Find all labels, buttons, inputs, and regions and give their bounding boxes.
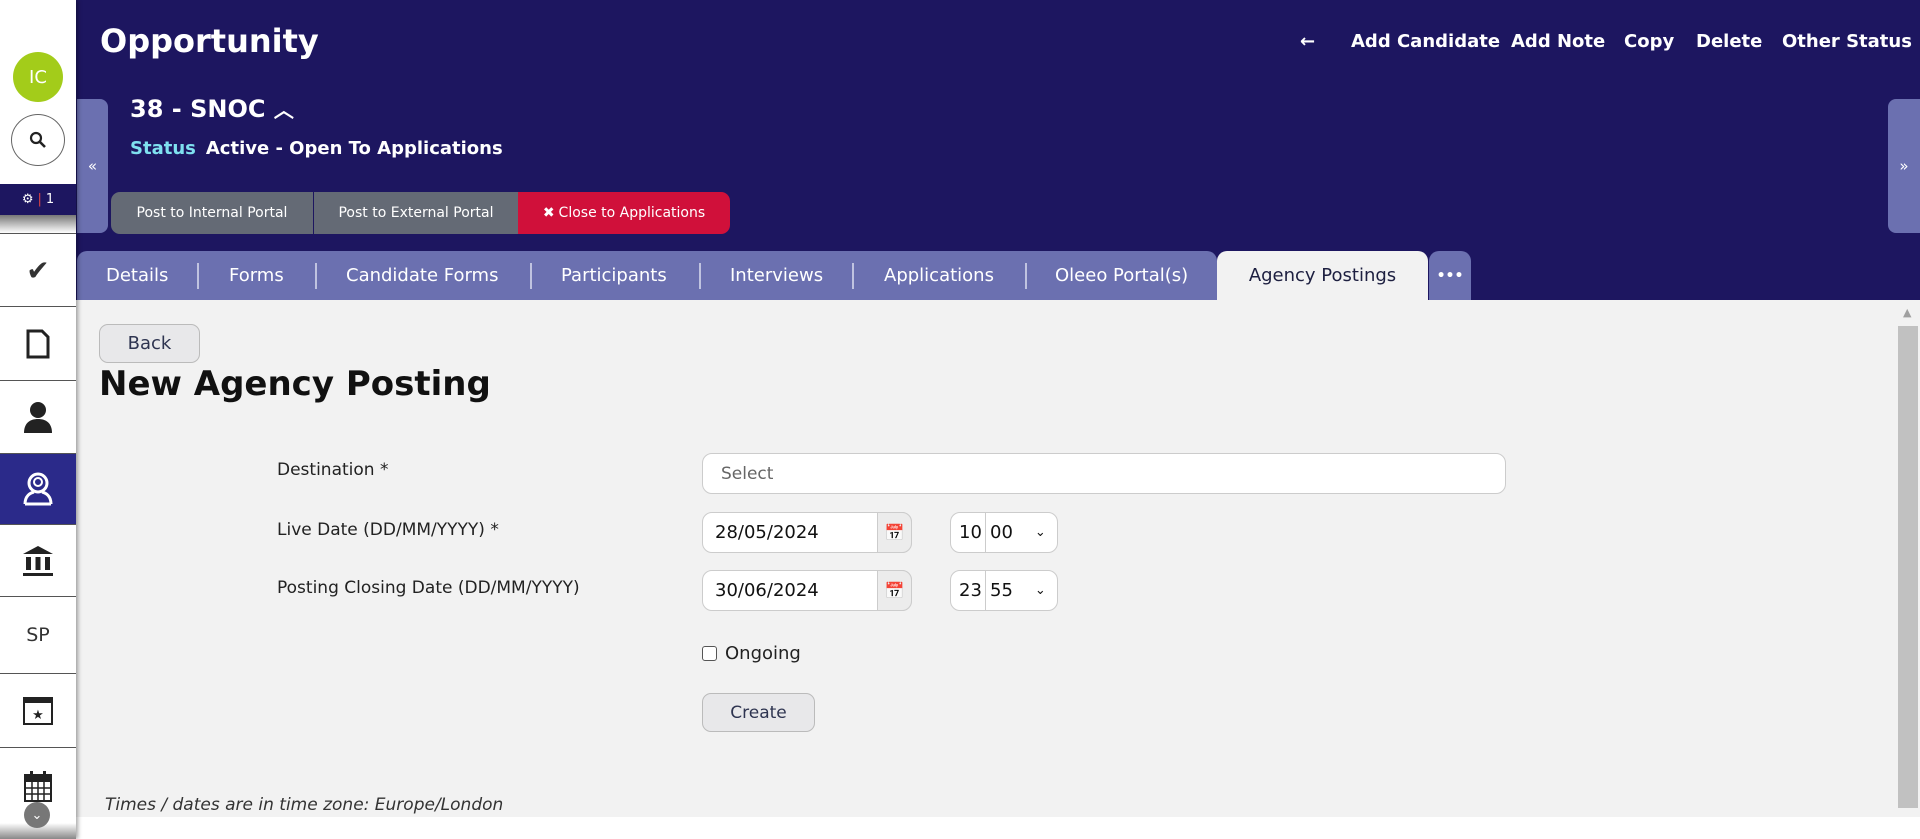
sidebar-item-documents[interactable] [0, 306, 76, 380]
collapse-left-button[interactable]: « [77, 99, 108, 233]
tab-separator [315, 263, 317, 289]
sidebar-item-people[interactable] [0, 380, 76, 453]
close-applications-button[interactable]: ✖ Close to Applications [518, 192, 730, 234]
live-hour-value: 10 [959, 522, 982, 543]
back-arrow-icon[interactable]: ← [1300, 31, 1315, 52]
document-icon [26, 329, 50, 358]
search-icon [29, 131, 46, 148]
tab-applications[interactable]: Applications [884, 251, 994, 300]
chevron-down-icon: ⌄ [1034, 525, 1046, 540]
svg-text:★: ★ [32, 708, 44, 723]
other-status-button[interactable]: Other Status [1782, 31, 1912, 52]
check-icon: ✔ [26, 253, 50, 287]
settings-indicator[interactable]: ⚙ | 1 [0, 184, 76, 215]
record-title[interactable]: 38 - SNOC ︿ [130, 94, 294, 123]
ongoing-label: Ongoing [725, 643, 801, 664]
live-time-select: 10 00 ⌄ [950, 512, 1058, 553]
chevron-down-icon: ⌄ [31, 807, 43, 823]
sidebar-item-sp[interactable]: SP [0, 596, 76, 673]
page-header-title: Opportunity [100, 22, 319, 60]
separator: | [37, 192, 42, 207]
person-search-icon [23, 472, 53, 506]
calendar-icon [24, 771, 52, 802]
sidebar-item-organisations[interactable] [0, 524, 76, 596]
tab-participants[interactable]: Participants [561, 251, 667, 300]
calendar-icon: 📅 [884, 581, 905, 600]
closing-hour-select[interactable]: 23 [951, 571, 986, 610]
add-note-button[interactable]: Add Note [1511, 31, 1605, 52]
sidebar-item-events[interactable]: ★ [0, 673, 76, 747]
destination-label: Destination * [277, 460, 389, 480]
timezone-note: Times / dates are in time zone: Europe/L… [105, 795, 504, 815]
copy-button[interactable]: Copy [1624, 31, 1674, 52]
scroll-up-arrow-icon[interactable]: ▲ [1903, 306, 1911, 319]
live-date-label: Live Date (DD/MM/YYYY) * [277, 520, 499, 540]
closing-date-calendar-button[interactable]: 📅 [877, 570, 912, 611]
avatar[interactable]: IC [13, 52, 63, 102]
search-button[interactable] [11, 114, 65, 166]
ongoing-checkbox-row[interactable]: Ongoing [702, 643, 801, 664]
delete-button[interactable]: Delete [1696, 31, 1762, 52]
sidebar-item-tasks[interactable]: ✔ [0, 233, 76, 306]
record-name: 38 - SNOC [130, 95, 266, 123]
tab-interviews[interactable]: Interviews [730, 251, 823, 300]
page-title: New Agency Posting [99, 364, 491, 404]
close-icon: ✖ [542, 205, 555, 221]
add-candidate-button[interactable]: Add Candidate [1351, 31, 1500, 52]
closing-date-label: Posting Closing Date (DD/MM/YYYY) [277, 578, 580, 598]
live-date-calendar-button[interactable]: 📅 [877, 512, 912, 553]
closing-time-select: 23 55 ⌄ [950, 570, 1058, 611]
live-hour-select[interactable]: 10 [951, 513, 986, 552]
destination-select[interactable]: Select [702, 453, 1506, 494]
chevron-up-icon: ︿ [273, 98, 294, 122]
bank-icon [23, 545, 53, 576]
ongoing-checkbox[interactable] [702, 646, 717, 661]
close-applications-label: Close to Applications [558, 205, 706, 221]
tab-separator [852, 263, 854, 289]
tab-separator [197, 263, 199, 289]
create-button[interactable]: Create [702, 693, 815, 732]
tab-details[interactable]: Details [106, 251, 168, 300]
live-minute-value: 00 [990, 522, 1013, 543]
tab-candidate-forms[interactable]: Candidate Forms [346, 251, 498, 300]
closing-minute-select[interactable]: 55 ⌄ [986, 571, 1046, 610]
status-label: Status [130, 138, 196, 159]
post-external-button[interactable]: Post to External Portal [314, 192, 518, 234]
tab-separator [1025, 263, 1027, 289]
status-value: Active - Open To Applications [205, 138, 503, 159]
badge-count: 1 [45, 192, 55, 207]
gear-icon: ⚙ [21, 192, 34, 207]
tab-separator [699, 263, 701, 289]
closing-minute-value: 55 [990, 580, 1013, 601]
closing-hour-value: 23 [959, 580, 982, 601]
back-button[interactable]: Back [99, 324, 200, 363]
chevron-down-icon: ⌄ [1034, 583, 1046, 598]
expand-right-button[interactable]: » [1888, 99, 1920, 233]
tab-separator [530, 263, 532, 289]
live-minute-select[interactable]: 00 ⌄ [986, 513, 1046, 552]
tab-oleeo-portals[interactable]: Oleeo Portal(s) [1055, 251, 1188, 300]
calendar-star-icon: ★ [23, 696, 53, 725]
status-line: Status Active - Open To Applications [130, 138, 503, 159]
tab-forms[interactable]: Forms [229, 251, 284, 300]
post-internal-button[interactable]: Post to Internal Portal [111, 192, 313, 234]
person-icon [24, 402, 52, 433]
tab-agency-postings[interactable]: Agency Postings [1217, 251, 1428, 300]
more-tabs-button[interactable]: ••• [1429, 251, 1471, 300]
divider [0, 215, 76, 233]
sidebar-item-opportunities[interactable] [0, 453, 76, 524]
scroll-down-button[interactable]: ⌄ [24, 802, 50, 828]
scrollbar-thumb[interactable] [1898, 326, 1918, 808]
sidebar: IC ⚙ | 1 ✔ SP ★ ⌄ [0, 0, 76, 839]
calendar-icon: 📅 [884, 523, 905, 542]
